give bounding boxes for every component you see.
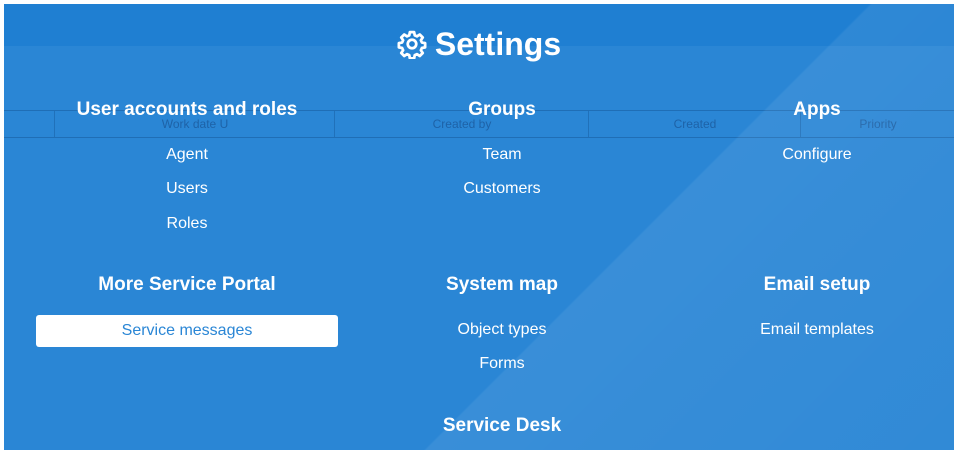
link-configure[interactable]: Configure <box>667 144 954 166</box>
section-heading-groups: Groups <box>468 99 536 120</box>
section-heading-email-setup: Email setup <box>763 274 871 295</box>
link-forms[interactable]: Forms <box>352 353 652 375</box>
link-customers[interactable]: Customers <box>352 178 652 200</box>
page-title: Settings <box>4 24 954 64</box>
settings-overlay: Work date U Created by Created Priority … <box>4 4 954 450</box>
gear-icon <box>397 30 427 60</box>
section-heading-service-desk: Service Desk <box>442 415 562 436</box>
section-heading-apps: Apps <box>793 99 841 120</box>
page-title-text: Settings <box>434 26 562 62</box>
section-heading-user-accounts: User accounts and roles <box>76 99 298 120</box>
link-team[interactable]: Team <box>352 144 652 166</box>
link-object-types[interactable]: Object types <box>352 319 652 341</box>
service-messages-button[interactable]: Service messages <box>36 315 338 347</box>
section-heading-system-map: System map <box>446 274 558 295</box>
link-email-templates[interactable]: Email templates <box>667 319 954 341</box>
link-agent[interactable]: Agent <box>37 144 337 166</box>
link-users[interactable]: Users <box>37 178 337 200</box>
section-heading-more-service-portal: More Service Portal <box>98 274 276 295</box>
link-roles[interactable]: Roles <box>37 213 337 235</box>
